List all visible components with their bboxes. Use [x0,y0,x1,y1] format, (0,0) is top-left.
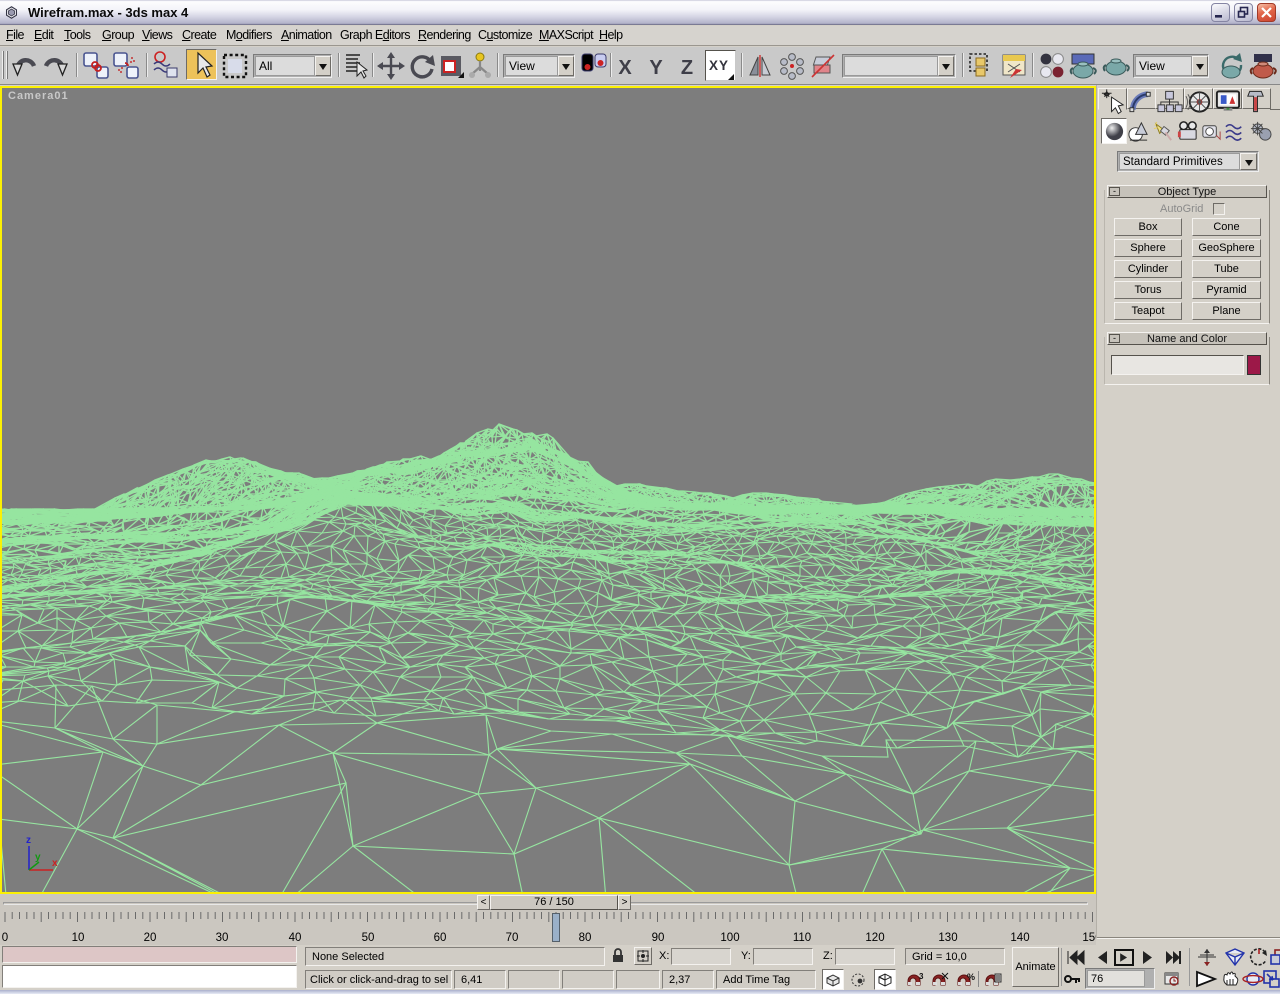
svg-text:y: y [35,852,41,863]
svg-text:50: 50 [362,932,375,944]
svg-text:X: X [618,57,632,79]
svg-text:130: 130 [938,932,957,944]
svg-text:70: 70 [506,932,519,944]
svg-text:40: 40 [289,932,302,944]
svg-text:80: 80 [579,932,592,944]
svg-text:3: 3 [919,972,924,981]
svg-text:Y: Y [649,57,663,79]
svg-text:Z: Z [681,57,693,79]
svg-text:60: 60 [434,932,447,944]
svg-text:120: 120 [865,932,884,944]
svg-text:%: % [967,972,975,982]
svg-text:20: 20 [144,932,157,944]
svg-text:z: z [26,835,31,846]
svg-text:140: 140 [1010,932,1029,944]
svg-text:150: 150 [1082,932,1096,944]
svg-text:100: 100 [720,932,739,944]
svg-text:0: 0 [2,932,8,944]
svg-text:10: 10 [72,932,85,944]
svg-text:90: 90 [652,932,665,944]
svg-text:110: 110 [793,932,811,944]
svg-text:x: x [52,858,58,869]
svg-text:30: 30 [216,932,229,944]
